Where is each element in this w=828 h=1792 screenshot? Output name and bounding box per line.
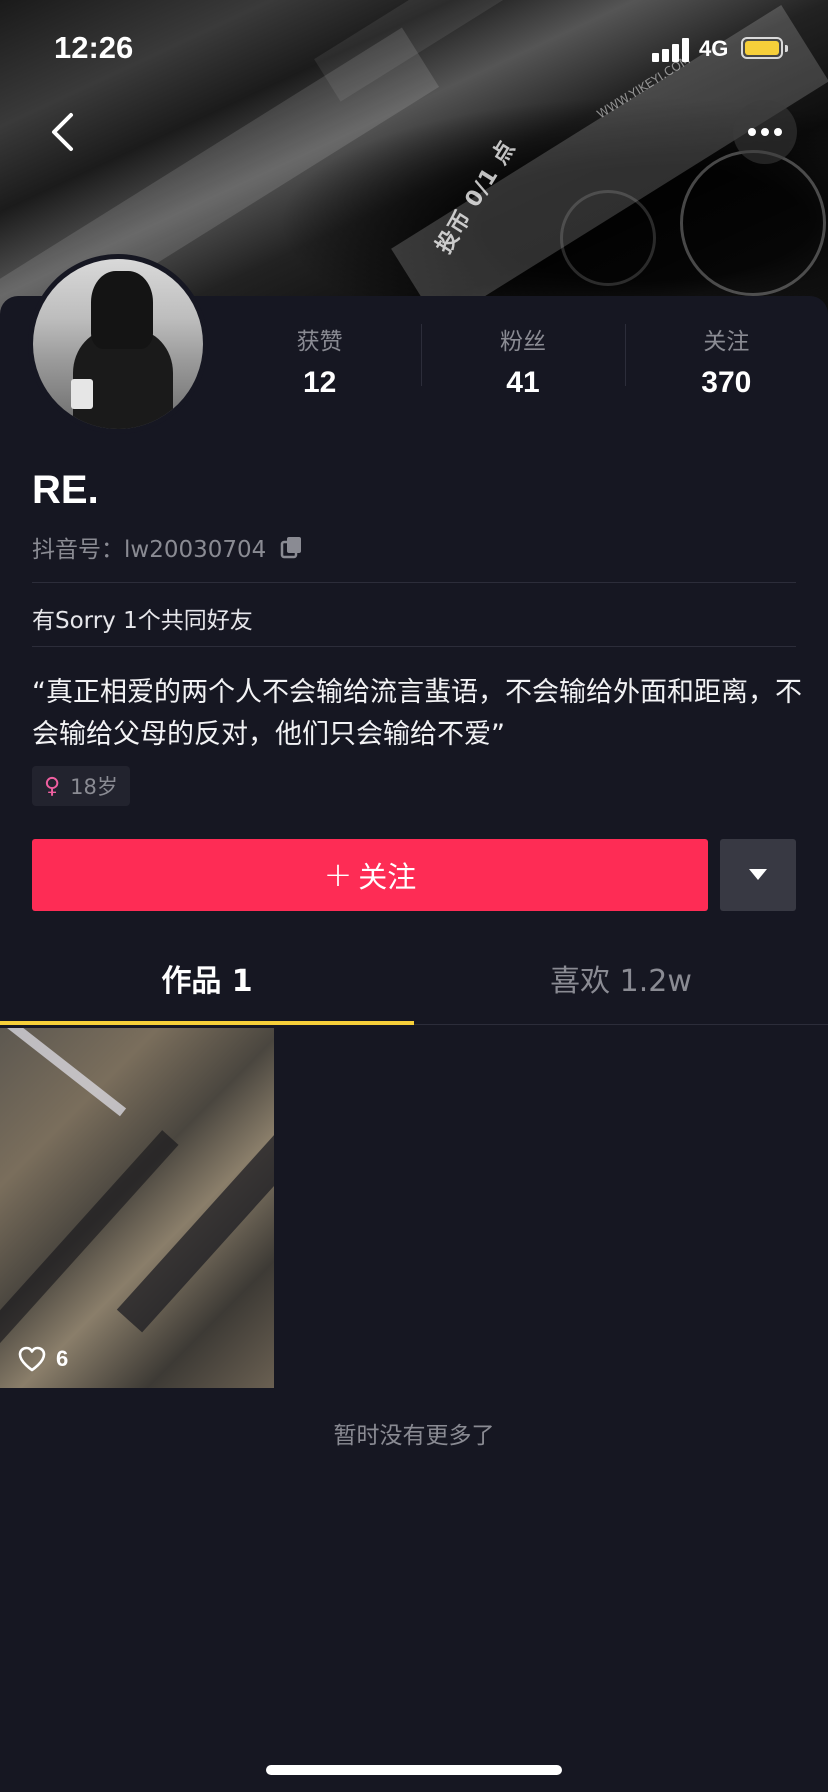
douyin-id-row: 抖音号：lw20030704 (32, 530, 304, 564)
age-tag: ♀ 18岁 (32, 766, 130, 806)
douyin-id: 抖音号：lw20030704 (32, 537, 267, 563)
network-label: 4G (699, 36, 729, 61)
stat-label: 获赞 (296, 329, 343, 355)
stat-label: 粉丝 (499, 329, 546, 355)
profile-bio: “真正相爱的两个人不会输给流言蜚语，不会输给外面和距离，不会输给父母的反对，他们… (32, 677, 802, 750)
divider (32, 646, 796, 647)
tab-works[interactable]: 作品 1 (0, 940, 414, 1025)
age-text: 18岁 (70, 775, 118, 799)
stat-value: 41 (506, 366, 540, 399)
profile-page: 投币 0/1 点 WWW.YIKEYI.COM 12:26 4G 获赞 12 粉… (0, 0, 828, 1792)
stat-likes[interactable]: 获赞 12 (218, 318, 421, 408)
stat-value: 370 (701, 366, 752, 399)
stat-following[interactable]: 关注 370 (624, 318, 828, 408)
video-thumbnail[interactable]: 6 (0, 1028, 274, 1388)
tab-likes[interactable]: 喜欢 1.2w (414, 940, 828, 1024)
status-bar: 12:26 4G (0, 0, 828, 96)
battery-icon (741, 37, 788, 59)
plus-icon: + (323, 855, 353, 895)
caret-down-icon (749, 869, 767, 880)
status-time: 12:26 (54, 30, 134, 65)
avatar-image (33, 259, 203, 429)
divider (32, 582, 796, 583)
more-button[interactable] (733, 100, 797, 164)
follow-button-label: 关注 (358, 860, 417, 894)
home-indicator[interactable] (266, 1765, 562, 1775)
video-likes: 6 (18, 1346, 68, 1372)
content-tabs: 作品 1 喜欢 1.2w (0, 940, 828, 1025)
copy-icon[interactable] (280, 535, 304, 559)
profile-stats: 获赞 12 粉丝 41 关注 370 (218, 318, 828, 408)
profile-name: RE. (32, 468, 99, 512)
stat-value: 12 (302, 366, 337, 399)
follow-button[interactable]: + 关注 (32, 839, 708, 911)
back-button[interactable] (38, 108, 86, 156)
more-dots-icon (748, 128, 782, 136)
chevron-left-icon (52, 113, 73, 151)
video-likes-count: 6 (56, 1346, 69, 1371)
recommend-dropdown-button[interactable] (720, 839, 796, 911)
signal-icon (652, 38, 692, 62)
no-more-text: 暂时没有更多了 (333, 1423, 495, 1449)
stat-followers[interactable]: 粉丝 41 (421, 318, 624, 408)
stat-label: 关注 (703, 329, 750, 355)
female-icon: ♀ (44, 773, 61, 799)
heart-icon (18, 1346, 46, 1372)
mutual-friends[interactable]: 有Sorry 1个共同好友 (32, 601, 253, 635)
avatar[interactable] (28, 254, 208, 434)
